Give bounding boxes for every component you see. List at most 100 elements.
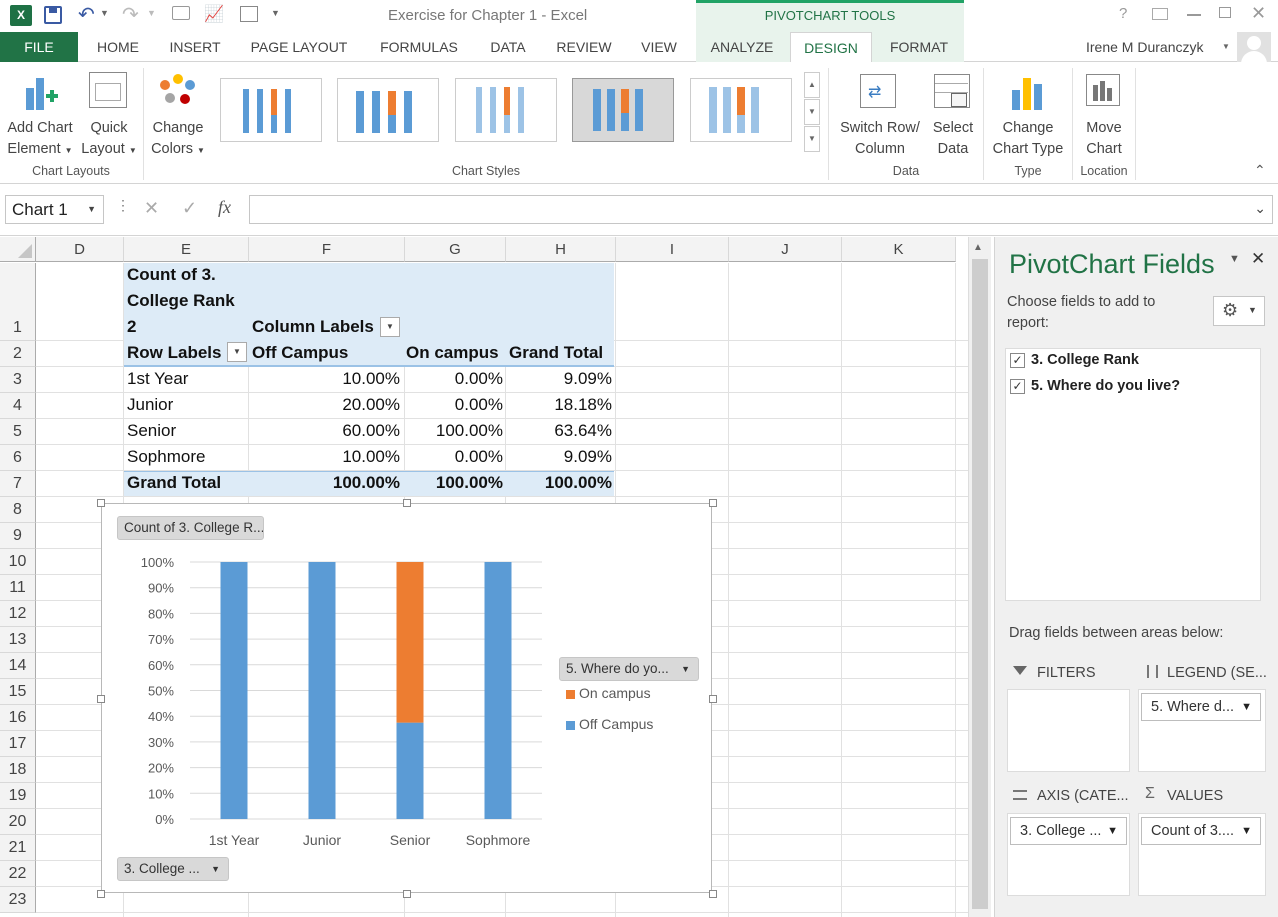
axis-drop-zone[interactable]: 3. College ... ▼ — [1007, 813, 1130, 896]
field-item-where-do-you-live[interactable]: ✓ 5. Where do you live? — [1010, 377, 1250, 399]
row-label-senior[interactable]: Senior — [127, 421, 176, 441]
row-header[interactable]: 2 — [0, 341, 36, 367]
chart-style-4[interactable] — [572, 78, 674, 142]
header-off-campus[interactable]: Off Campus — [252, 343, 348, 363]
undo-dropdown-icon[interactable]: ▼ — [100, 8, 109, 18]
row-header[interactable]: 15 — [0, 679, 36, 705]
gallery-scroll-down-icon[interactable]: ▼ — [804, 99, 820, 125]
change-colors-button[interactable]: Change Colors ▼ — [146, 66, 210, 162]
comment-icon[interactable] — [172, 6, 190, 20]
panel-options-icon[interactable]: ▼ — [1229, 253, 1240, 265]
values-drop-zone[interactable]: Count of 3.... ▼ — [1138, 813, 1266, 896]
column-header[interactable]: D — [36, 237, 124, 262]
minimize-icon[interactable] — [1187, 14, 1201, 16]
grand-total-label[interactable]: Grand Total — [127, 473, 221, 493]
row-labels-header[interactable]: Row Labels — [127, 343, 221, 363]
row-header[interactable]: 23 — [0, 887, 36, 913]
column-labels-filter-button[interactable]: ▼ — [380, 317, 400, 337]
row-header[interactable]: 10 — [0, 549, 36, 575]
user-dropdown-icon[interactable]: ▼ — [1222, 42, 1230, 51]
value-cell[interactable]: 0.00% — [403, 395, 503, 415]
value-cell[interactable]: 18.18% — [506, 395, 612, 415]
grand-total-value[interactable]: 100.00% — [506, 473, 612, 493]
value-cell[interactable]: 63.64% — [506, 421, 612, 441]
row-header[interactable]: 19 — [0, 783, 36, 809]
scroll-up-icon[interactable]: ▲ — [973, 242, 983, 253]
value-cell[interactable]: 0.00% — [403, 447, 503, 467]
row-header[interactable]: 5 — [0, 419, 36, 445]
checkbox-icon[interactable]: ✓ — [1010, 353, 1025, 368]
row-header[interactable]: 11 — [0, 575, 36, 601]
chart-style-2[interactable] — [337, 78, 439, 142]
tab-review[interactable]: REVIEW — [544, 32, 624, 62]
tab-analyze[interactable]: ANALYZE — [697, 32, 787, 62]
value-cell[interactable]: 10.00% — [250, 369, 400, 389]
select-data-button[interactable]: Select Data — [926, 66, 980, 162]
row-header[interactable]: 1 — [0, 263, 36, 341]
row-header[interactable]: 17 — [0, 731, 36, 757]
quick-layout-button[interactable]: Quick Layout ▼ — [78, 66, 140, 162]
row-header[interactable]: 18 — [0, 757, 36, 783]
tab-file[interactable]: FILE — [0, 32, 78, 62]
filters-drop-zone[interactable] — [1007, 689, 1130, 772]
formula-bar-handle-icon[interactable]: ⋮ — [116, 197, 130, 214]
resize-handle[interactable] — [709, 694, 717, 703]
cancel-entry-icon[interactable]: ✕ — [144, 198, 159, 219]
column-header[interactable]: E — [124, 237, 249, 262]
move-chart-button[interactable]: Move Chart — [1074, 66, 1134, 162]
tab-design[interactable]: DESIGN — [790, 32, 872, 63]
row-header[interactable]: 13 — [0, 627, 36, 653]
save-icon[interactable] — [44, 6, 62, 24]
worksheet-grid[interactable]: DEFGHIJK 1 2 3 4 5 6 7 8 9 10 11 12 13 14 15 16 17 18 19 20… — [0, 237, 993, 917]
collapse-ribbon-icon[interactable]: ⌃ — [1254, 162, 1266, 179]
pivot-title-line-3[interactable]: 2 — [127, 317, 136, 337]
redo-icon[interactable]: ↷ — [122, 2, 139, 27]
column-header[interactable]: J — [729, 237, 842, 262]
legend-field-chip[interactable]: 5. Where d... ▼ — [1141, 693, 1261, 721]
row-label-sophmore[interactable]: Sophmore — [127, 447, 205, 467]
form-icon[interactable] — [240, 6, 258, 22]
chart-legend-field-button[interactable]: 5. Where do yo... ▼ — [559, 657, 699, 681]
value-cell[interactable]: 0.00% — [403, 369, 503, 389]
name-box-dropdown-icon[interactable]: ▼ — [87, 204, 96, 214]
chart-style-3[interactable] — [455, 78, 557, 142]
grand-total-value[interactable]: 100.00% — [403, 473, 503, 493]
grand-total-value[interactable]: 100.00% — [250, 473, 400, 493]
formula-input[interactable]: ⌄ — [249, 195, 1273, 224]
column-header[interactable]: H — [506, 237, 616, 262]
user-name[interactable]: Irene M Duranczyk — [1086, 39, 1203, 55]
row-labels-filter-button[interactable]: ▼ — [227, 342, 247, 362]
name-box[interactable]: Chart 1 ▼ — [5, 195, 104, 224]
resize-handle[interactable] — [97, 499, 105, 507]
gallery-more-icon[interactable]: ▼ — [804, 126, 820, 152]
customize-qat-icon[interactable]: ▼ — [271, 8, 280, 18]
tab-formulas[interactable]: FORMULAS — [366, 32, 472, 62]
row-header[interactable]: 20 — [0, 809, 36, 835]
resize-handle[interactable] — [709, 890, 717, 898]
pivot-chart[interactable]: Count of 3. College R... 100% 90% 80% 70% 60… — [101, 503, 712, 893]
row-header[interactable]: 7 — [0, 471, 36, 497]
tab-insert[interactable]: INSERT — [158, 32, 232, 62]
close-icon[interactable]: ✕ — [1251, 3, 1266, 24]
avatar[interactable] — [1237, 32, 1271, 62]
tab-format[interactable]: FORMAT — [876, 32, 962, 62]
chart-style-1[interactable] — [220, 78, 322, 142]
tab-data[interactable]: DATA — [478, 32, 538, 62]
value-cell[interactable]: 20.00% — [250, 395, 400, 415]
tab-page-layout[interactable]: PAGE LAYOUT — [238, 32, 360, 62]
scroll-thumb[interactable] — [972, 259, 988, 909]
chart-icon[interactable]: 📈 — [204, 4, 224, 24]
row-header[interactable]: 14 — [0, 653, 36, 679]
ribbon-display-icon[interactable] — [1152, 8, 1168, 20]
expand-formula-bar-icon[interactable]: ⌄ — [1254, 200, 1266, 217]
switch-row-column-button[interactable]: ⇄ Switch Row/ Column — [832, 66, 928, 162]
header-on-campus[interactable]: On campus — [406, 343, 499, 363]
select-all-corner[interactable] — [0, 237, 36, 262]
checkbox-icon[interactable]: ✓ — [1010, 379, 1025, 394]
value-cell[interactable]: 9.09% — [506, 447, 612, 467]
header-grand-total[interactable]: Grand Total — [509, 343, 603, 363]
column-header[interactable]: I — [616, 237, 729, 262]
row-header[interactable]: 3 — [0, 367, 36, 393]
row-header[interactable]: 8 — [0, 497, 36, 523]
row-header[interactable]: 16 — [0, 705, 36, 731]
